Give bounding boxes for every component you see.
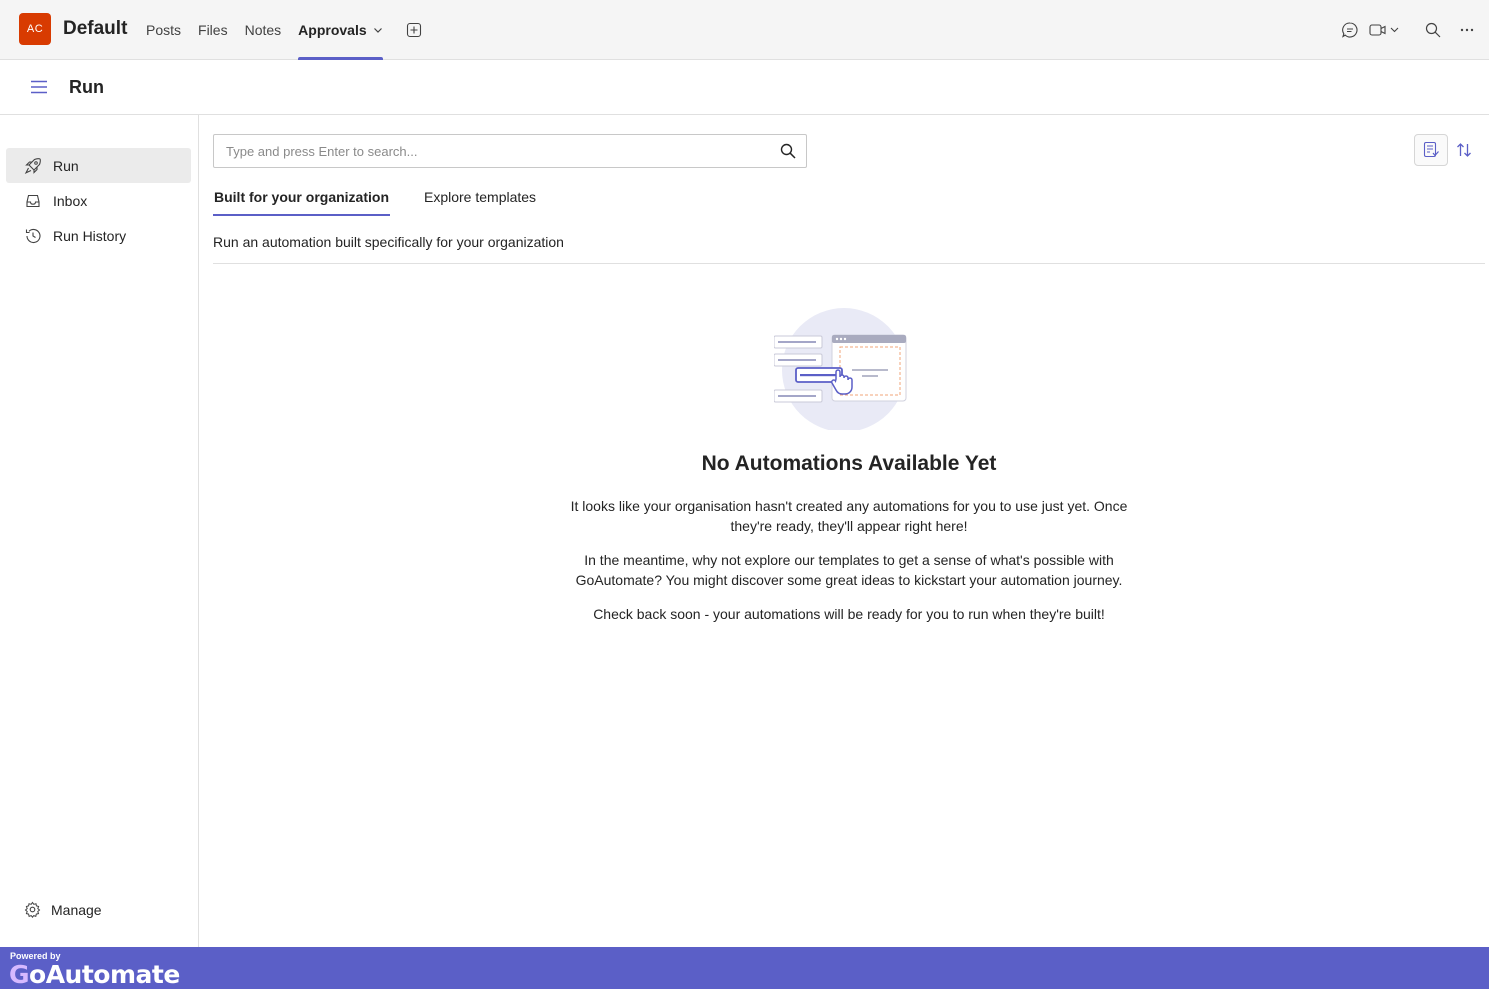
hamburger-menu-button[interactable] [30, 79, 48, 100]
sidebar-item-inbox[interactable]: Inbox [6, 183, 191, 218]
empty-state-message: It looks like your organisation hasn't c… [570, 498, 1128, 534]
empty-state-title: No Automations Available Yet [701, 452, 997, 475]
empty-state: No Automations Available Yet It looks li… [213, 300, 1485, 624]
inbox-icon [24, 192, 42, 210]
sort-button[interactable] [1447, 134, 1481, 166]
sidebar-item-label: Run [53, 157, 79, 174]
section-description: Run an automation built specifically for… [213, 234, 564, 250]
team-avatar[interactable]: AC [19, 13, 51, 45]
history-icon [24, 227, 42, 245]
tab-built-for-organization[interactable]: Built for your organization [213, 178, 390, 216]
video-call-icon[interactable] [1369, 22, 1399, 38]
teams-top-bar: AC Default Posts Files Notes Approvals [0, 0, 1489, 60]
list-view-button[interactable] [1414, 134, 1448, 166]
top-right-actions [1323, 0, 1475, 60]
search-box [213, 134, 807, 168]
empty-state-suggestion: In the meantime, why not explore our tem… [575, 552, 1123, 588]
rocket-icon [24, 157, 42, 175]
goautomate-logo[interactable]: GoAutomate [9, 960, 180, 989]
manage-button[interactable]: Manage [24, 901, 102, 918]
list-filter-icon [1423, 141, 1439, 158]
add-icon [406, 22, 421, 38]
search-input[interactable] [214, 135, 764, 167]
add-tab-button[interactable] [406, 0, 422, 60]
app-header: Run [0, 60, 1489, 115]
channel-tabs: Posts Files Notes Approvals [146, 0, 422, 60]
sort-icon [1457, 143, 1471, 157]
empty-state-footer-note: Check back soon - your automations will … [593, 606, 1105, 622]
sidebar: Run Inbox Run History Manage [0, 115, 199, 947]
automation-illustration [774, 308, 907, 430]
tab-approvals[interactable]: Approvals [298, 0, 384, 60]
sidebar-item-label: Inbox [53, 192, 88, 209]
more-options-icon[interactable] [1459, 22, 1475, 38]
page-title: Run [69, 77, 104, 97]
sidebar-item-run[interactable]: Run [6, 148, 191, 183]
powered-by-footer: Powered by GoAutomate [0, 947, 1489, 989]
logo-wordmark: oAutomate [29, 960, 180, 989]
tab-files[interactable]: Files [198, 0, 228, 60]
divider [213, 263, 1485, 264]
tab-approvals-label: Approvals [298, 22, 367, 38]
tab-explore-templates[interactable]: Explore templates [423, 178, 537, 216]
sidebar-item-label: Run History [53, 227, 127, 244]
tab-posts[interactable]: Posts [146, 0, 181, 60]
manage-label: Manage [51, 901, 102, 918]
hamburger-icon [31, 80, 47, 94]
chevron-down-icon [373, 25, 383, 35]
content-tabs: Built for your organization Explore temp… [213, 178, 570, 216]
search-icon[interactable] [780, 143, 796, 164]
gear-icon [24, 901, 41, 918]
team-name[interactable]: Default [63, 18, 127, 40]
logo-letter-g: G [9, 960, 30, 989]
search-icon[interactable] [1425, 22, 1441, 38]
chat-icon[interactable] [1341, 21, 1359, 39]
tab-notes[interactable]: Notes [245, 0, 282, 60]
sidebar-item-run-history[interactable]: Run History [6, 218, 191, 253]
